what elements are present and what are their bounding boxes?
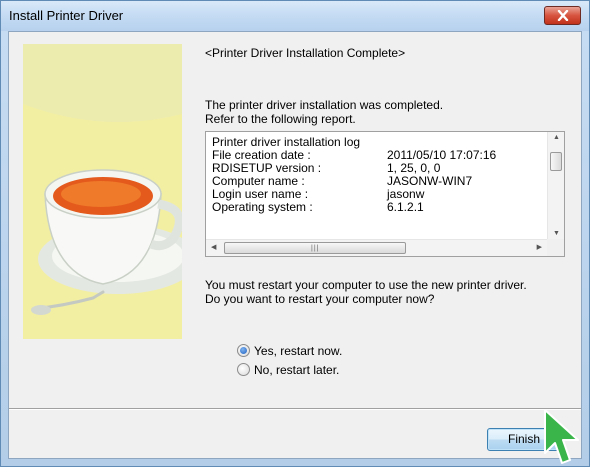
report-value: 6.1.2.1	[387, 200, 424, 214]
intro-text: The printer driver installation was comp…	[205, 98, 443, 126]
title-bar[interactable]: Install Printer Driver	[1, 1, 589, 31]
intro-line: Refer to the following report.	[205, 112, 356, 126]
radio-label[interactable]: Yes, restart now.	[254, 344, 342, 358]
report-text: Printer driver installation log File cre…	[212, 136, 542, 228]
radio-restart-now[interactable]: Yes, restart now.	[237, 344, 342, 358]
scroll-corner	[547, 239, 564, 256]
grip-icon: |||	[311, 245, 320, 252]
dialog-content: <Printer Driver Installation Complete> T…	[8, 31, 582, 459]
report-label: Operating system :	[212, 200, 313, 214]
vertical-scroll-thumb[interactable]	[550, 152, 562, 171]
radio-label[interactable]: No, restart later.	[254, 363, 339, 377]
scroll-right-icon[interactable]: ▶	[537, 243, 542, 251]
radio-selected-icon[interactable]	[237, 344, 250, 357]
scroll-left-icon[interactable]: ◀	[211, 243, 216, 251]
close-button[interactable]	[544, 6, 581, 25]
installation-report[interactable]: Printer driver installation log File cre…	[205, 131, 565, 257]
vertical-scrollbar[interactable]: ▲ ▼	[547, 132, 564, 239]
teacup-illustration	[23, 44, 182, 339]
intro-line: The printer driver installation was comp…	[205, 98, 444, 112]
radio-unselected-icon[interactable]	[237, 363, 250, 376]
scroll-down-icon[interactable]: ▼	[553, 230, 560, 237]
close-icon	[557, 10, 569, 21]
restart-line: You must restart your computer to use th…	[205, 278, 527, 292]
restart-line: Do you want to restart your computer now…	[205, 292, 435, 306]
scroll-up-icon[interactable]: ▲	[553, 134, 560, 141]
separator-line	[9, 408, 581, 410]
report-row: Operating system : 6.1.2.1	[212, 201, 542, 214]
restart-prompt: You must restart your computer to use th…	[205, 278, 527, 306]
horizontal-scrollbar[interactable]: ◀ ||| ▶	[206, 239, 547, 256]
pointer-cursor-icon	[544, 409, 579, 464]
radio-restart-later[interactable]: No, restart later.	[237, 363, 339, 377]
horizontal-scroll-thumb[interactable]: |||	[224, 242, 406, 254]
page-heading: <Printer Driver Installation Complete>	[205, 46, 406, 60]
installer-window: Install Printer Driver <Printer Driver I…	[0, 0, 590, 467]
window-title: Install Printer Driver	[9, 8, 124, 23]
